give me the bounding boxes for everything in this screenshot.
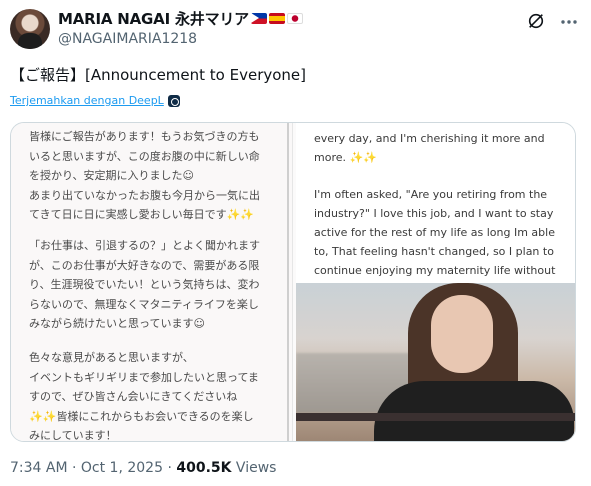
media-divider (287, 123, 289, 441)
media-image-right[interactable]: every day, and I'm cherishing it more an… (296, 123, 575, 441)
japan-flag-icon (287, 13, 303, 24)
tweet-timestamp[interactable]: 7:34 AM · Oct 1, 2025 · (10, 460, 176, 476)
en-paragraph-2: I'm often asked, "Are you retiring from … (314, 188, 556, 277)
translate-label[interactable]: Terjemahkan dengan DeepL (10, 94, 164, 107)
portrait-photo (296, 283, 575, 441)
author-names: MARIA NAGAI 永井マリア @NAGAIMARIA1218 (58, 8, 303, 47)
tweet-media[interactable]: 皆様にご報告があります！もうお気づきの方も いると思いますが、この度お腹の中に新… (10, 122, 576, 442)
views-count: 400.5K (176, 460, 232, 476)
jp-paragraph-1: 皆様にご報告があります！もうお気づきの方も いると思いますが、この度お腹の中に新… (29, 130, 260, 221)
tweet-meta: 7:34 AM · Oct 1, 2025 · 400.5K Views (10, 460, 276, 476)
tweet-text: 【ご報告】[Announcement to Everyone] (10, 66, 307, 84)
author-display-name-row[interactable]: MARIA NAGAI 永井マリア (58, 8, 303, 29)
deepl-icon (167, 94, 180, 107)
translate-link[interactable]: Terjemahkan dengan DeepL (10, 94, 180, 107)
jp-paragraph-2: 「お仕事は、引退するの？」とよく聞かれます が、このお仕事が大好きなので、需要が… (29, 239, 260, 330)
jp-paragraph-3: 色々な意見があると思いますが、 イベントもギリギリまで参加したいと思ってま すの… (29, 351, 259, 442)
views-label: Views (231, 460, 277, 476)
tweet-header: MARIA NAGAI 永井マリア @NAGAIMARIA1218 (10, 6, 581, 54)
spain-flag-icon (269, 13, 285, 24)
grok-icon[interactable] (527, 12, 545, 30)
media-image-left[interactable]: 皆様にご報告があります！もうお気づきの方も いると思いますが、この度お腹の中に新… (11, 123, 293, 442)
en-paragraph-1: every day, and I'm cherishing it more an… (314, 132, 545, 164)
philippines-flag-icon (251, 13, 267, 24)
avatar[interactable] (10, 9, 50, 49)
author-display-name[interactable]: MARIA NAGAI 永井マリア (58, 8, 249, 29)
more-icon[interactable] (559, 12, 579, 32)
author-handle[interactable]: @NAGAIMARIA1218 (58, 31, 303, 47)
